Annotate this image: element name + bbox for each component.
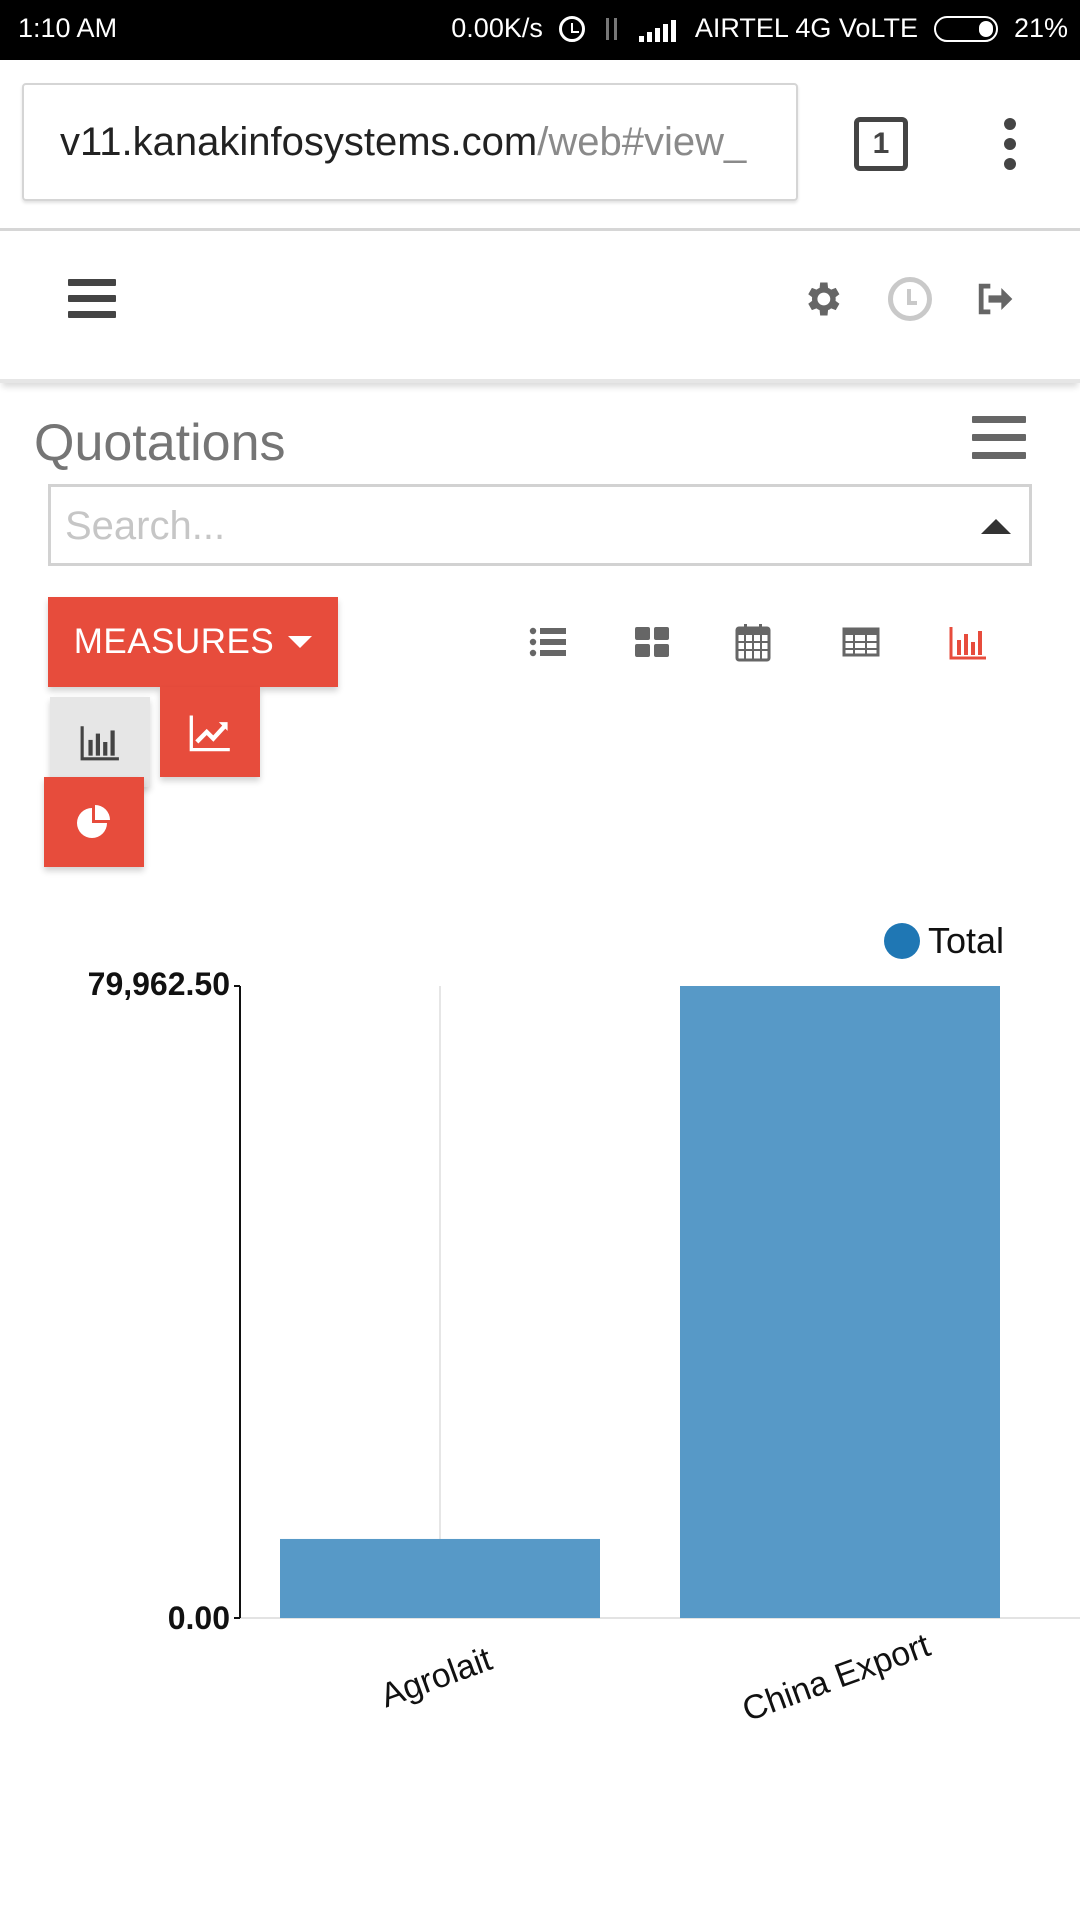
status-time: 1:10 AM	[18, 13, 118, 43]
pie-chart-button[interactable]	[44, 777, 144, 867]
kanban-icon[interactable]	[632, 622, 672, 662]
graph-icon[interactable]	[948, 622, 988, 662]
x-tick-label: China Export	[737, 1626, 935, 1729]
alarm-icon	[558, 15, 585, 42]
caret-up-icon[interactable]	[981, 519, 1011, 534]
list-icon[interactable]	[528, 622, 568, 662]
logout-icon[interactable]	[972, 277, 1016, 321]
signal-icon	[638, 16, 679, 42]
status-bar: 1:10 AM 0.00K/s AIRTEL 4G VoLTE 21%	[0, 0, 1080, 60]
bar-chart-icon	[80, 726, 119, 761]
battery-icon	[933, 15, 998, 42]
page-title: Quotations	[34, 414, 286, 472]
bar-chart-button[interactable]	[50, 697, 150, 787]
clock-icon[interactable]	[888, 277, 932, 321]
bar-chart: Agrolait China Export	[234, 985, 1080, 1729]
calendar-icon[interactable]	[733, 622, 773, 662]
app-navbar	[0, 231, 1080, 383]
caret-down-icon	[288, 636, 313, 648]
url-host: v11.kanakinfosystems.com	[60, 119, 538, 164]
bar-agrolait	[280, 1538, 600, 1618]
url-path: /web#view_	[537, 119, 747, 164]
tabs-icon[interactable]: 1	[854, 117, 908, 171]
gear-icon[interactable]	[800, 277, 844, 321]
url-bar[interactable]: v11.kanakinfosystems.com/web#view_	[22, 83, 798, 201]
kebab-menu-icon[interactable]	[996, 118, 1024, 172]
hamburger-icon[interactable]	[68, 279, 116, 319]
search-input[interactable]	[63, 495, 947, 557]
pie-chart-icon	[77, 805, 110, 838]
bar-china-export	[680, 986, 1000, 1618]
measures-button[interactable]: MEASURES	[48, 597, 338, 687]
tab-count: 1	[872, 127, 890, 160]
x-tick-label: Agrolait	[376, 1640, 498, 1715]
battery-percent: 21%	[1013, 13, 1068, 43]
menu-toggle-icon[interactable]	[972, 416, 1026, 462]
pivot-icon[interactable]	[841, 622, 881, 662]
browser-toolbar: v11.kanakinfosystems.com/web#view_ 1	[0, 60, 1080, 231]
measures-label: MEASURES	[73, 622, 275, 661]
line-chart-button[interactable]	[160, 687, 260, 777]
data-transfer-icon	[601, 16, 623, 42]
search-box	[48, 484, 1032, 566]
network-speed: 0.00K/s	[451, 13, 543, 43]
carrier-label: AIRTEL 4G VoLTE	[694, 13, 918, 43]
line-chart-icon	[189, 715, 230, 752]
